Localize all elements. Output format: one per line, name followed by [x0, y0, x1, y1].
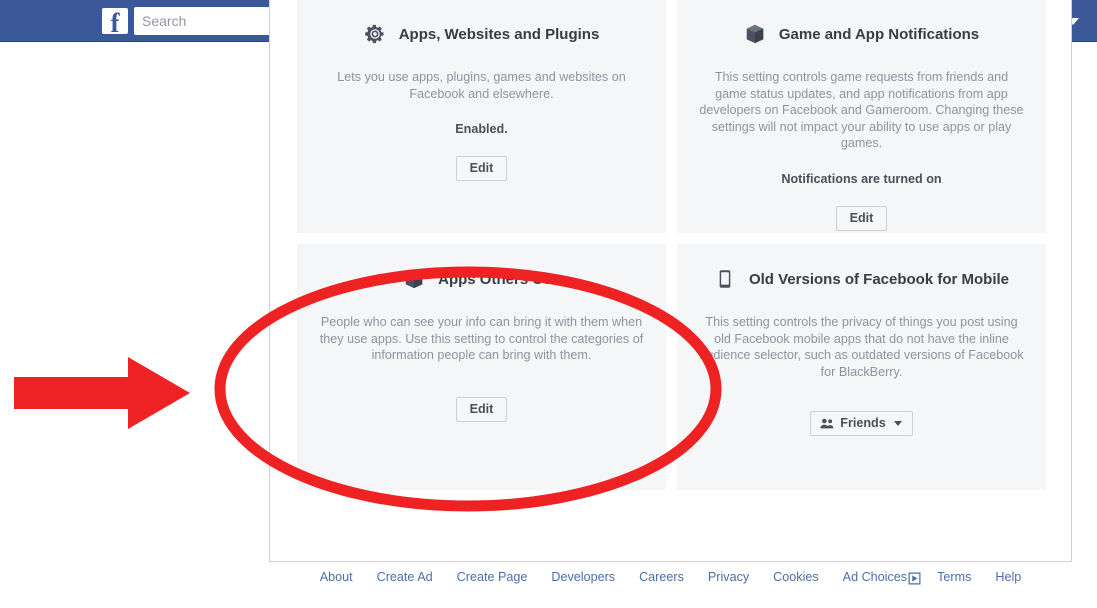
card-title: Game and App Notifications — [778, 25, 980, 43]
footer-link-create-ad[interactable]: Create Ad — [365, 570, 445, 584]
mobile-phone-icon — [719, 270, 731, 288]
footer-link-ad-choices-label: Ad Choices — [842, 570, 908, 584]
card-header: Game and App Notifications — [744, 23, 979, 45]
pointer-arrow — [14, 357, 190, 429]
card-header: Apps Others Use — [403, 268, 560, 290]
chevron-down-icon — [893, 420, 902, 426]
edit-button[interactable]: Edit — [835, 205, 888, 231]
footer-link-create-page[interactable]: Create Page — [445, 570, 540, 584]
settings-content-container: Apps, Websites and Plugins Lets you use … — [269, 0, 1072, 562]
footer-link-help[interactable]: Help — [983, 570, 1033, 584]
card-description: Lets you use apps, plugins, games and we… — [337, 70, 626, 101]
settings-card-game-and-app-notifications: Game and App Notifications This setting … — [677, 0, 1046, 233]
footer-link-careers[interactable]: Careers — [627, 570, 696, 584]
footer-link-ad-choices[interactable]: Ad Choices — [831, 570, 925, 584]
card-header: Apps, Websites and Plugins — [364, 23, 600, 45]
facebook-app-settings-page: f Stephen Home — [0, 0, 1097, 608]
footer-link-developers[interactable]: Developers — [539, 570, 627, 584]
settings-card-old-versions-of-facebook-for-mobile: Old Versions of Facebook for Mobile This… — [677, 244, 1046, 490]
gear-icon — [364, 24, 384, 44]
card-title: Apps Others Use — [438, 270, 560, 288]
settings-card-apps-others-use: Apps Others Use People who can see your … — [297, 244, 666, 490]
edit-button[interactable]: Edit — [455, 156, 508, 181]
footer-link-terms[interactable]: Terms — [925, 570, 983, 584]
audience-selector-button[interactable]: Friends — [810, 411, 913, 436]
edit-button[interactable]: Edit — [455, 397, 508, 422]
cube-icon — [746, 24, 764, 44]
footer-link-cookies[interactable]: Cookies — [761, 570, 831, 584]
card-description: This setting controls the privacy of thi… — [699, 315, 1024, 379]
cube-icon — [405, 269, 423, 289]
card-header: Old Versions of Facebook for Mobile — [714, 268, 1009, 290]
card-status: Notifications are turned on — [781, 171, 942, 186]
settings-card-apps-websites-and-plugins: Apps, Websites and Plugins Lets you use … — [297, 0, 666, 233]
audience-label: Friends — [840, 416, 886, 430]
friends-icon — [820, 418, 834, 428]
footer-link-privacy[interactable]: Privacy — [696, 570, 761, 584]
card-title: Old Versions of Facebook for Mobile — [748, 270, 1010, 288]
card-title: Apps, Websites and Plugins — [398, 25, 600, 43]
card-description: This setting controls game requests from… — [699, 70, 1024, 150]
ad-choices-icon — [908, 572, 921, 585]
footer-links: About Create Ad Create Page Developers C… — [269, 570, 1072, 584]
card-description: People who can see your info can bring i… — [319, 315, 644, 362]
settings-card-grid: Apps, Websites and Plugins Lets you use … — [297, 0, 1046, 490]
facebook-logo[interactable]: f — [102, 8, 128, 38]
card-status: Enabled. — [455, 122, 508, 136]
facebook-logo-letter: f — [110, 8, 120, 38]
footer-link-about[interactable]: About — [308, 570, 365, 584]
